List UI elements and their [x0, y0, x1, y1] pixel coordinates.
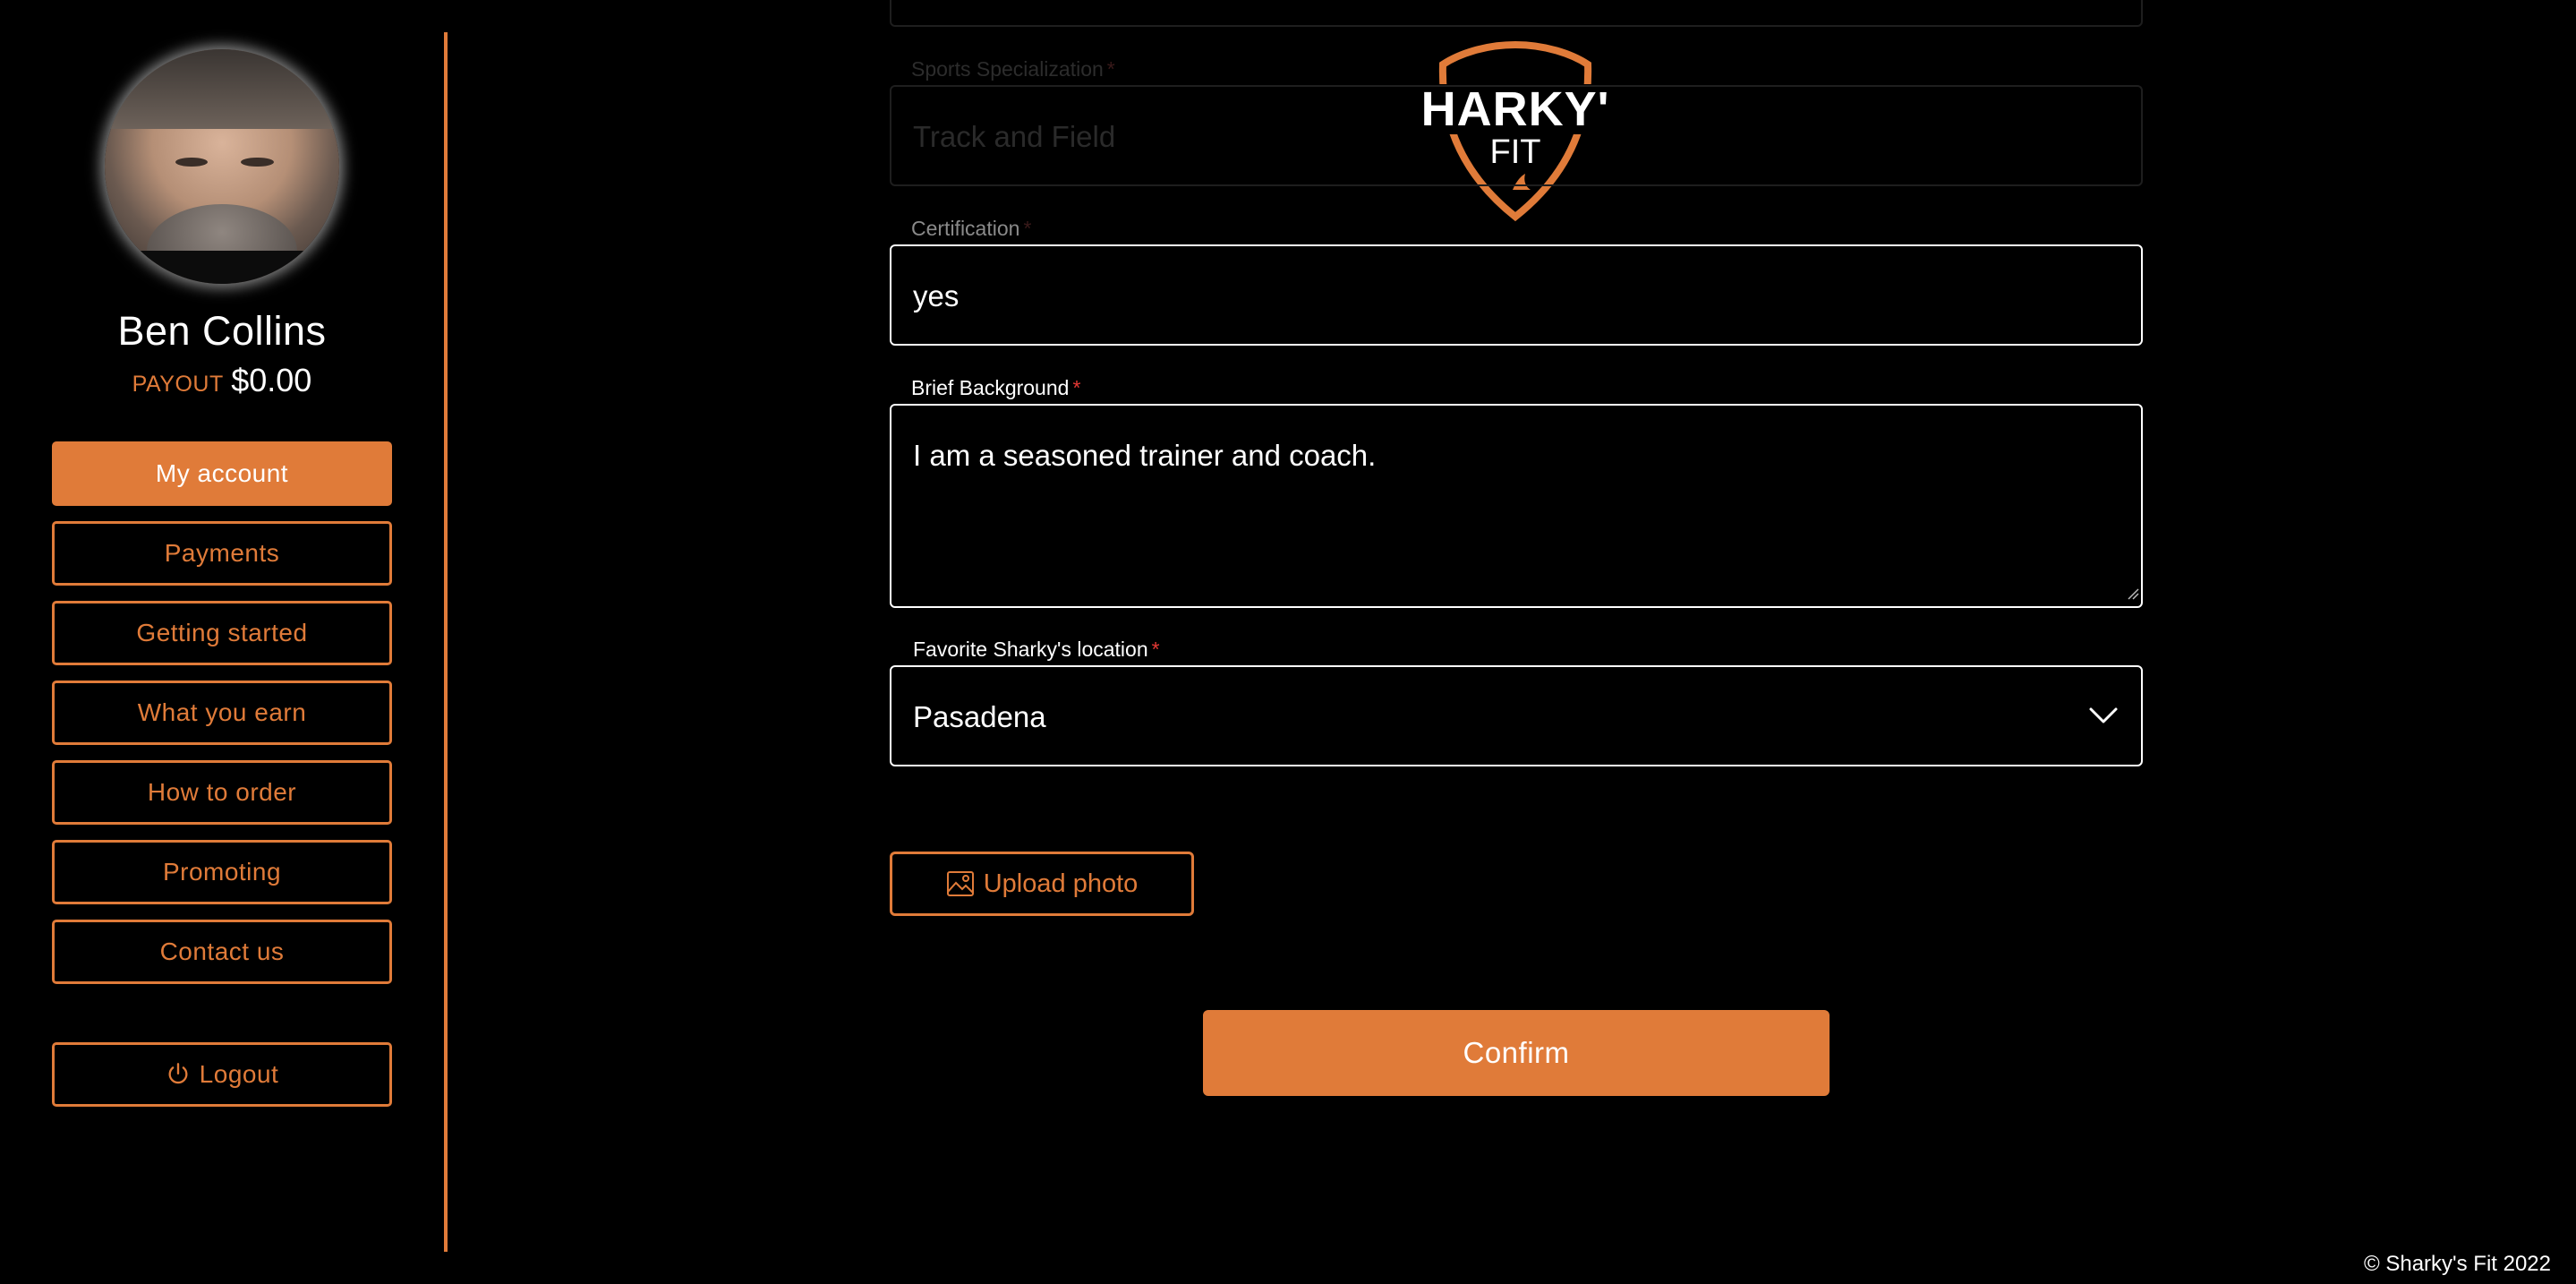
sidebar-divider [444, 32, 448, 1252]
power-icon [168, 1063, 188, 1084]
favorite-location-value: Pasadena [913, 700, 1046, 733]
upload-photo-button[interactable]: Upload photo [890, 852, 1194, 916]
footer-copyright: © Sharky's Fit 2022 [2363, 1252, 2551, 1276]
nav-how-to-order[interactable]: How to order [52, 760, 392, 825]
payout-label: PAYOUT [132, 372, 224, 397]
sports-specialization-value: Track and Field [913, 120, 1116, 153]
favorite-location-select[interactable] [890, 665, 2143, 766]
payout-amount: $0.00 [231, 362, 312, 398]
certification-label: Certification * [911, 217, 1032, 240]
image-icon [946, 871, 974, 896]
nav-my-account[interactable]: My account [52, 441, 392, 506]
previous-field-box[interactable] [890, 0, 2143, 27]
brief-background-value: I am a seasoned trainer and coach. [913, 439, 1377, 472]
payout: PAYOUT $0.00 [0, 362, 444, 399]
brief-background-label: Brief Background * [911, 376, 1081, 399]
user-name: Ben Collins [117, 308, 327, 354]
logout-button[interactable]: Logout [52, 1042, 392, 1107]
nav-contact-us[interactable]: Contact us [52, 920, 392, 984]
chevron-down-icon[interactable] [2086, 702, 2121, 729]
nav-what-you-earn[interactable]: What you earn [52, 681, 392, 745]
upload-photo-label: Upload photo [983, 869, 1139, 898]
certification-value: yes [913, 279, 960, 312]
sports-specialization-label: Sports Specialization * [911, 57, 1115, 81]
certification-input[interactable] [890, 244, 2143, 346]
avatar [105, 49, 339, 284]
logout-label: Logout [199, 1060, 279, 1088]
brief-background-textarea[interactable] [890, 404, 2143, 608]
nav-getting-started[interactable]: Getting started [52, 601, 392, 665]
favorite-location-label: Favorite Sharky's location * [913, 638, 1160, 661]
resize-handle-icon[interactable] [2127, 587, 2139, 600]
confirm-button[interactable]: Confirm [1203, 1010, 1830, 1096]
nav-promoting[interactable]: Promoting [52, 840, 392, 904]
nav-payments[interactable]: Payments [52, 521, 392, 586]
